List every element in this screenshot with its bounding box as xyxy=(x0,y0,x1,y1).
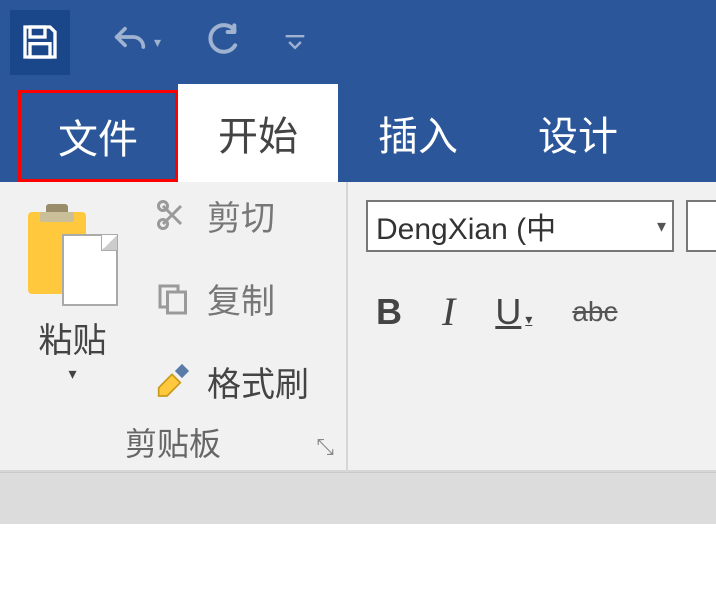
copy-button[interactable]: 复制 xyxy=(151,274,346,323)
file-tab[interactable]: 文件 xyxy=(18,90,178,182)
font-name-combo[interactable]: DengXian (中 ▾ xyxy=(366,200,674,252)
copy-icon xyxy=(151,280,193,316)
underline-button[interactable]: U ▾ xyxy=(495,291,532,333)
document-area[interactable] xyxy=(0,524,716,591)
customize-icon xyxy=(281,28,309,56)
save-icon xyxy=(20,22,60,62)
copy-label: 复制 xyxy=(207,274,275,323)
cut-label: 剪切 xyxy=(207,191,275,240)
font-group: DengXian (中 ▾ B I U ▾ abc xyxy=(348,182,716,470)
redo-button[interactable] xyxy=(201,22,241,62)
chevron-down-icon: ▾ xyxy=(657,216,666,237)
format-painter-label: 格式刷 xyxy=(207,357,309,406)
underline-label: U xyxy=(495,291,521,333)
customize-qat-button[interactable] xyxy=(281,28,309,56)
font-row-style: B I U ▾ abc xyxy=(366,288,716,335)
ribbon: 粘贴 ▾ 剪切 复制 xyxy=(0,182,716,472)
cut-icon xyxy=(151,197,193,233)
paste-icon xyxy=(28,212,118,307)
ruler-strip xyxy=(0,472,716,524)
font-row-name-size: DengXian (中 ▾ xyxy=(366,200,716,252)
undo-button[interactable]: ▾ xyxy=(110,22,161,62)
undo-icon xyxy=(110,22,150,62)
font-size-combo[interactable] xyxy=(686,200,716,252)
bold-button[interactable]: B xyxy=(376,291,402,333)
design-tab[interactable]: 设计 xyxy=(498,84,658,182)
underline-dropdown-icon: ▾ xyxy=(525,311,532,328)
ribbon-tabs: 文件 开始 插入 设计 xyxy=(0,84,716,182)
paste-button[interactable]: 粘贴 ▾ xyxy=(0,182,145,414)
paste-dropdown[interactable]: ▾ xyxy=(68,364,76,384)
font-name-value: DengXian (中 xyxy=(376,204,556,248)
italic-button[interactable]: I xyxy=(442,288,455,335)
clipboard-group: 粘贴 ▾ 剪切 复制 xyxy=(0,182,348,470)
clipboard-group-label: 剪贴板 ⤡ xyxy=(0,414,346,470)
quick-access-toolbar: ▾ xyxy=(0,0,716,84)
redo-icon xyxy=(201,22,241,62)
clipboard-actions: 剪切 复制 格式刷 xyxy=(145,182,346,414)
paste-label: 粘贴 xyxy=(39,313,107,362)
format-painter-icon xyxy=(151,361,193,401)
strikethrough-button[interactable]: abc xyxy=(572,296,617,328)
save-button[interactable] xyxy=(10,10,70,75)
format-painter-button[interactable]: 格式刷 xyxy=(151,357,346,406)
clipboard-dialog-launcher[interactable]: ⤡ xyxy=(316,434,334,460)
home-tab[interactable]: 开始 xyxy=(178,84,338,182)
clipboard-group-body: 粘贴 ▾ 剪切 复制 xyxy=(0,182,346,414)
cut-button[interactable]: 剪切 xyxy=(151,191,346,240)
insert-tab[interactable]: 插入 xyxy=(338,84,498,182)
